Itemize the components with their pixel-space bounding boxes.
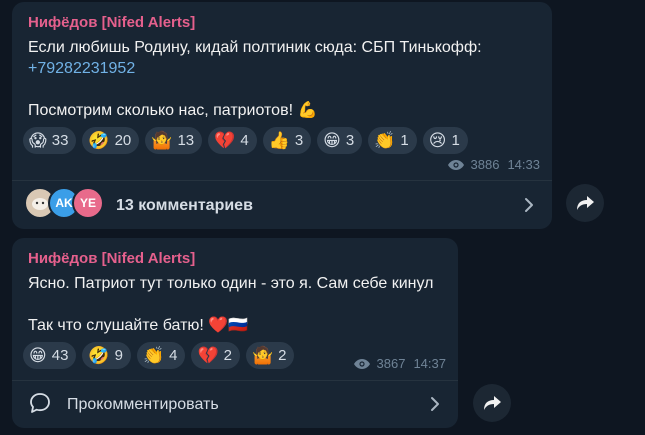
reaction-chip[interactable]: 🤷 13 bbox=[145, 127, 203, 154]
reaction-count: 4 bbox=[240, 132, 249, 149]
avatar: YE bbox=[72, 187, 104, 219]
reactions-row: 😱 33 🤣 20 🤷 13 💔 4 👍 3 😁 3 👏 1 😢 1 bbox=[23, 127, 468, 154]
reaction-chip[interactable]: 😁 3 bbox=[317, 127, 363, 154]
reaction-count: 3 bbox=[345, 132, 355, 149]
comment-link[interactable]: Прокомментировать bbox=[67, 396, 219, 414]
reaction-emoji: 👏 bbox=[142, 346, 165, 365]
reaction-emoji: 😁 bbox=[323, 131, 341, 150]
reaction-chip[interactable]: 🤣 20 bbox=[82, 127, 140, 154]
share-icon bbox=[484, 396, 501, 410]
phone-link[interactable]: +79282231952 bbox=[28, 58, 135, 79]
comment-bubble-icon bbox=[30, 393, 50, 413]
view-count: 3886 bbox=[470, 157, 500, 172]
message-text-line: Если любишь Родину, кидай полтиник сюда:… bbox=[28, 39, 482, 56]
reaction-count: 43 bbox=[51, 347, 69, 364]
reaction-chip[interactable]: 😢 1 bbox=[422, 127, 468, 154]
reaction-chip[interactable]: 👍 3 bbox=[262, 127, 312, 154]
reaction-chip[interactable]: 💔 2 bbox=[191, 342, 240, 369]
message-text-line: Ясно. Патриот тут только один - это я. С… bbox=[28, 275, 434, 292]
chevron-right-icon[interactable] bbox=[430, 396, 440, 412]
reaction-count: 9 bbox=[114, 347, 123, 364]
eye-icon bbox=[447, 159, 464, 170]
reaction-emoji: 💔 bbox=[197, 346, 219, 365]
message-meta: 3867 14:37 bbox=[353, 356, 446, 371]
chevron-right-icon[interactable] bbox=[524, 197, 534, 213]
message-text-line: Так что слушайте батю! ❤️🇷🇺 bbox=[28, 317, 249, 334]
avatar-sticker-icon bbox=[32, 198, 48, 210]
reaction-emoji: 😁 bbox=[29, 346, 47, 365]
reaction-emoji: 👍 bbox=[268, 131, 290, 150]
reaction-count: 13 bbox=[177, 132, 195, 149]
share-icon bbox=[577, 196, 594, 210]
message-bubble-1: Нифёдов [Nifed Alerts] Если любишь Родин… bbox=[12, 2, 552, 229]
reaction-chip[interactable]: 👏 4 bbox=[136, 342, 186, 369]
reaction-emoji: 💔 bbox=[214, 131, 236, 150]
message-bubble-2: Нифёдов [Nifed Alerts] Ясно. Патриот тут… bbox=[12, 238, 458, 428]
view-count: 3867 bbox=[376, 356, 406, 371]
divider bbox=[12, 180, 552, 181]
reaction-emoji: 🤷 bbox=[151, 131, 173, 150]
reaction-chip[interactable]: 😱 33 bbox=[23, 127, 77, 154]
reaction-count: 3 bbox=[294, 132, 304, 149]
message-author[interactable]: Нифёдов [Nifed Alerts] bbox=[28, 250, 195, 267]
reaction-emoji: 👏 bbox=[374, 131, 396, 150]
reaction-emoji: 😱 bbox=[29, 131, 47, 150]
reaction-emoji: 🤣 bbox=[88, 131, 110, 150]
reaction-count: 4 bbox=[169, 347, 178, 364]
reaction-chip[interactable]: 🤣 9 bbox=[82, 342, 131, 369]
eye-icon bbox=[353, 358, 370, 369]
reactions-row: 😁 43 🤣 9 👏 4 💔 2 🤷 2 bbox=[23, 342, 295, 369]
reaction-count: 20 bbox=[114, 132, 132, 149]
reaction-count: 2 bbox=[278, 347, 287, 364]
reaction-emoji: 😢 bbox=[428, 131, 447, 150]
message-time: 14:37 bbox=[413, 356, 446, 371]
share-button[interactable] bbox=[566, 184, 604, 222]
reaction-chip[interactable]: 👏 1 bbox=[368, 127, 417, 154]
divider bbox=[12, 380, 458, 381]
reaction-count: 33 bbox=[51, 132, 69, 149]
reaction-count: 1 bbox=[400, 132, 409, 149]
message-text-line: Посмотрим сколько нас, патриотов! 💪 bbox=[28, 102, 318, 119]
share-button[interactable] bbox=[473, 384, 511, 422]
message-time: 14:33 bbox=[507, 157, 540, 172]
reaction-count: 1 bbox=[451, 132, 460, 149]
message-author[interactable]: Нифёдов [Nifed Alerts] bbox=[28, 14, 195, 31]
reaction-count: 2 bbox=[223, 347, 232, 364]
comments-link[interactable]: 13 комментариев bbox=[116, 197, 253, 215]
commenter-avatars: AK YE bbox=[24, 187, 114, 219]
reaction-chip[interactable]: 💔 4 bbox=[208, 127, 257, 154]
reaction-chip[interactable]: 😁 43 bbox=[23, 342, 77, 369]
message-meta: 3886 14:33 bbox=[447, 157, 540, 172]
reaction-emoji: 🤷 bbox=[251, 346, 274, 365]
reaction-chip[interactable]: 🤷 2 bbox=[245, 342, 295, 369]
reaction-emoji: 🤣 bbox=[88, 346, 110, 365]
